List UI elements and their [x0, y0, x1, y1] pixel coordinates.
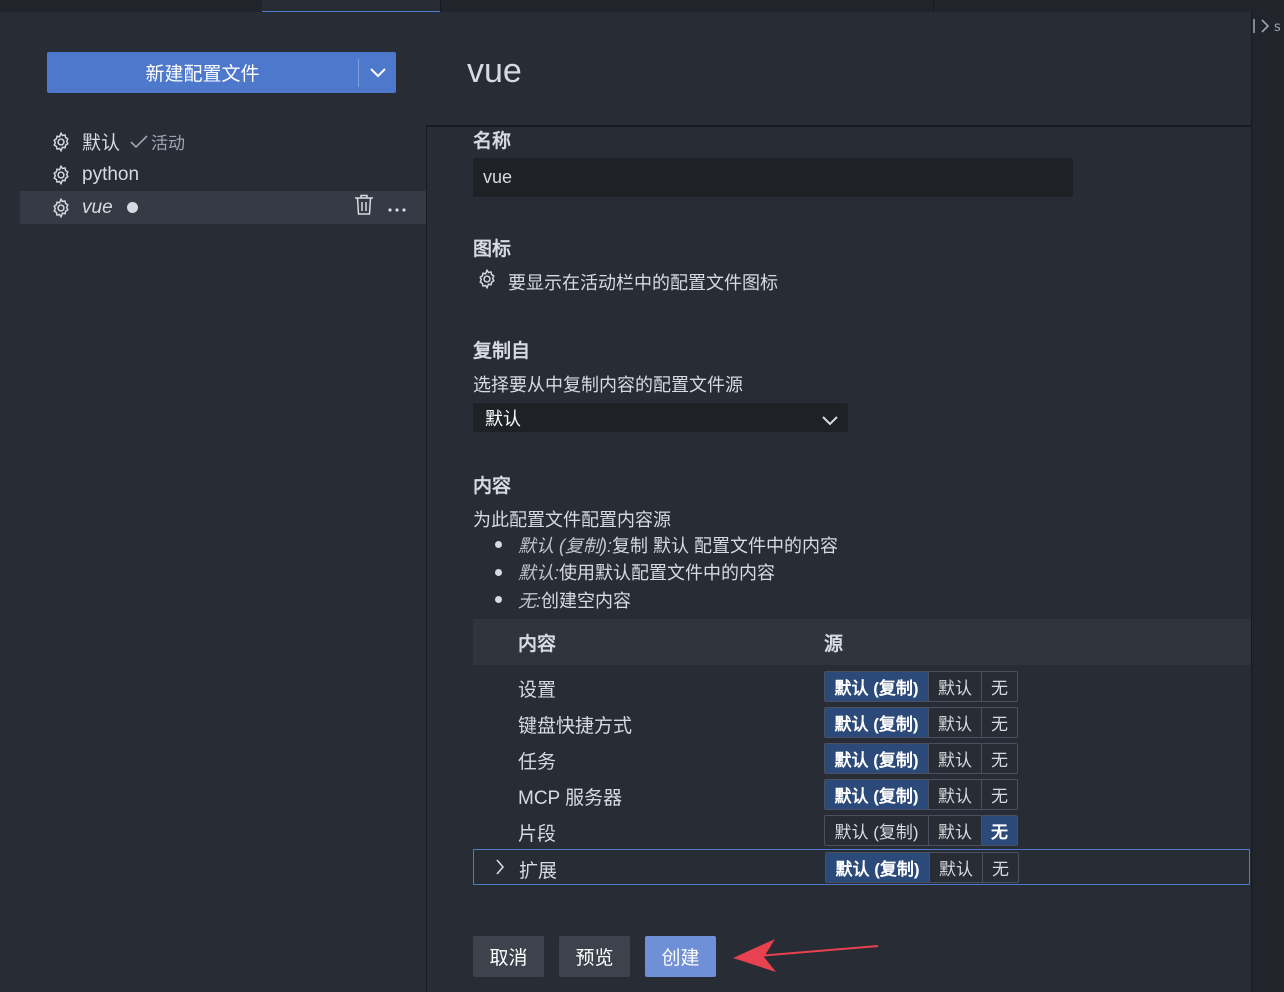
source-segmented-control: 默认 (复制) 默认无 [824, 707, 1018, 738]
profile-item-vue[interactable]: vue [20, 191, 426, 224]
source-option[interactable]: 默认 (复制) [825, 708, 929, 737]
option-desc: 使用默认配置文件中的内容 [559, 563, 776, 584]
unsaved-dot-icon [126, 202, 138, 213]
profile-item-default[interactable]: 默认 活动 [20, 125, 426, 158]
source-segmented-control: 默认 (复制) 默认无 [824, 743, 1018, 774]
chevron-down-icon[interactable] [359, 67, 396, 78]
adjacent-panel-edge: s [1251, 12, 1284, 992]
page-title: vue [467, 52, 522, 90]
list-item: 默认 (复制): 复制 默认 配置文件中的内容 [495, 531, 838, 559]
profile-name: python [82, 163, 140, 185]
source-option[interactable]: 默认 [929, 708, 982, 737]
row-label: MCP 服务器 [518, 788, 623, 809]
gear-icon [50, 130, 74, 154]
new-profile-button[interactable]: 新建配置文件 [47, 52, 396, 93]
profile-actions [354, 191, 406, 224]
preview-button[interactable]: 预览 [559, 936, 630, 977]
source-option[interactable]: 默认 (复制) [825, 780, 929, 809]
source-option[interactable]: 无 [982, 744, 1017, 773]
copy-from-label: 复制自 [473, 341, 531, 362]
more-icon[interactable] [388, 197, 406, 219]
profile-item-python[interactable]: python [20, 158, 426, 191]
table-row[interactable]: 键盘快捷方式 默认 (复制) 默认无 [473, 705, 1250, 741]
table-row[interactable]: 任务 默认 (复制) 默认无 [473, 741, 1250, 777]
row-label: 片段 [518, 824, 557, 845]
icon-field-label: 图标 [473, 239, 512, 260]
column-header-source: 源 [824, 633, 844, 655]
active-tab[interactable] [262, 0, 440, 12]
table-header: 内容 源 [473, 619, 1251, 665]
source-option[interactable]: 默认 (复制) [826, 853, 930, 882]
source-option[interactable]: 默认 [929, 816, 982, 845]
option-name: 无: [518, 590, 542, 611]
row-label: 扩展 [519, 861, 558, 882]
source-segmented-control: 默认 (复制) 默认无 [824, 671, 1018, 702]
cancel-button[interactable]: 取消 [473, 936, 544, 977]
contents-table: 内容 源 设置 默认 (复制) 默认无键盘快捷方式 默认 (复制) 默认无任务 默认 (复… [473, 619, 1251, 885]
row-label: 键盘快捷方式 [518, 716, 633, 737]
gear-icon [50, 196, 74, 220]
icon-picker-row[interactable]: 要显示在活动栏中的配置文件图标 [476, 268, 778, 295]
table-row[interactable]: MCP 服务器 默认 (复制) 默认无 [473, 777, 1250, 813]
active-badge: 活动 [130, 129, 185, 154]
contents-description: 为此配置文件配置内容源 [473, 510, 671, 530]
list-item: 无: 创建空内容 [495, 586, 838, 614]
table-row[interactable]: 片段 默认 (复制) 默认无 [473, 813, 1250, 849]
tab-separator [933, 0, 934, 12]
trash-icon[interactable] [354, 194, 374, 222]
list-item: 默认: 使用默认配置文件中的内容 [495, 559, 838, 587]
row-label: 设置 [518, 680, 557, 701]
source-option[interactable]: 无 [982, 816, 1017, 845]
active-label: 活动 [151, 134, 186, 153]
source-option[interactable]: 默认 (复制) [825, 816, 929, 845]
source-option[interactable]: 默认 [929, 780, 982, 809]
source-option[interactable]: 默认 (复制) [825, 672, 929, 701]
source-option[interactable]: 无 [982, 672, 1017, 701]
tab-separator [440, 0, 441, 12]
source-option[interactable]: 无 [983, 853, 1018, 882]
profile-name-input[interactable] [473, 158, 1073, 197]
profile-name: 默认 [82, 133, 121, 154]
chevron-right-icon[interactable]: s [1252, 16, 1284, 40]
editor-tab-bar [0, 0, 1284, 12]
column-header-content: 内容 [518, 633, 557, 655]
name-field-label: 名称 [473, 131, 512, 152]
chevron-down-icon [822, 410, 838, 431]
create-button[interactable]: 创建 [645, 936, 716, 977]
copy-from-select[interactable]: 默认 [473, 403, 848, 432]
profile-list: 默认 活动 python vue [20, 125, 426, 224]
source-option[interactable]: 无 [982, 780, 1017, 809]
table-row[interactable]: 设置 默认 (复制) 默认无 [473, 669, 1250, 705]
source-option[interactable]: 默认 [930, 853, 983, 882]
gear-icon[interactable] [476, 268, 498, 295]
source-option[interactable]: 默认 (复制) [825, 744, 929, 773]
source-option[interactable]: 无 [982, 708, 1017, 737]
copy-from-selected: 默认 [485, 408, 521, 429]
row-label: 任务 [518, 752, 557, 773]
option-desc: 创建空内容 [541, 590, 632, 611]
source-segmented-control: 默认 (复制) 默认无 [824, 815, 1018, 846]
gear-icon [50, 163, 74, 187]
option-name: 默认: [518, 563, 560, 584]
profile-name: vue [82, 196, 113, 218]
contents-label: 内容 [473, 476, 512, 497]
option-name: 默认 (复制): [518, 535, 612, 556]
annotation-arrow-icon [733, 939, 879, 972]
source-option[interactable]: 默认 [929, 672, 982, 701]
table-row[interactable]: 扩展 默认 (复制) 默认无 [473, 849, 1250, 885]
svg-text:s: s [1274, 20, 1282, 35]
icon-field-description: 要显示在活动栏中的配置文件图标 [508, 272, 778, 293]
source-option[interactable]: 默认 [929, 744, 982, 773]
source-segmented-control: 默认 (复制) 默认无 [825, 852, 1019, 883]
new-profile-label: 新建配置文件 [145, 64, 260, 85]
option-desc: 复制 默认 配置文件中的内容 [612, 535, 839, 556]
source-segmented-control: 默认 (复制) 默认无 [824, 779, 1018, 810]
check-icon [130, 134, 148, 148]
contents-legend: 默认 (复制): 复制 默认 配置文件中的内容 默认: 使用默认配置文件中的内容… [495, 531, 838, 614]
chevron-right-icon[interactable] [495, 859, 505, 881]
copy-from-description: 选择要从中复制内容的配置文件源 [473, 375, 743, 395]
